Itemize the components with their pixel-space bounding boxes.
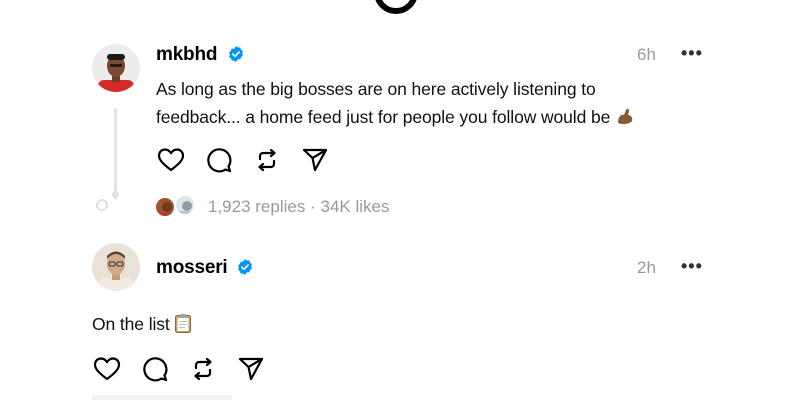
comment-icon	[207, 148, 232, 173]
more-icon[interactable]: •••	[681, 256, 703, 277]
repost-icon	[258, 148, 276, 172]
top-partial-logo	[374, 0, 418, 14]
post-stats: 1,923 replies · 34K likes	[208, 197, 389, 217]
clipboard-emoji	[175, 314, 192, 333]
like-button[interactable]	[92, 354, 122, 384]
avatar[interactable]	[92, 243, 140, 291]
share-icon	[302, 148, 328, 172]
repost-icon	[194, 357, 212, 381]
more-icon[interactable]: •••	[681, 43, 703, 64]
post-text-line-2-wrap: feedback... a home feed just for people …	[156, 102, 635, 132]
repost-button[interactable]	[252, 145, 282, 175]
thread-dot-small	[112, 191, 119, 198]
replier-avatar-2	[174, 194, 196, 216]
post-text-line-2: feedback... a home feed just for people …	[156, 107, 611, 127]
reply-button[interactable]	[204, 145, 234, 175]
share-icon	[238, 357, 264, 381]
post-text-wrap: On the list	[92, 309, 192, 339]
replies-count[interactable]: 1,923 replies	[208, 197, 305, 216]
share-button[interactable]	[300, 145, 330, 175]
stats-separator: ·	[310, 197, 316, 216]
post-text: On the list	[92, 314, 170, 334]
replier-avatar-1	[154, 196, 176, 218]
timestamp: 6h	[637, 45, 656, 64]
share-button[interactable]	[236, 354, 266, 384]
comment-icon	[143, 357, 168, 382]
thread-line	[114, 108, 117, 200]
username[interactable]: mkbhd	[156, 44, 217, 66]
likes-count[interactable]: 34K likes	[320, 197, 389, 216]
post-text-line-1: As long as the big bosses are on here ac…	[156, 79, 596, 99]
avatar[interactable]	[92, 44, 140, 92]
cut-off-stats-row	[92, 395, 232, 400]
verified-badge-icon	[229, 46, 243, 62]
username[interactable]: mosseri	[156, 257, 228, 279]
repost-button[interactable]	[188, 354, 218, 384]
like-button[interactable]	[156, 145, 186, 175]
verified-badge-icon	[238, 259, 252, 275]
flexed-biceps-emoji	[618, 108, 633, 125]
heart-icon	[157, 148, 185, 172]
reply-button[interactable]	[140, 354, 170, 384]
timestamp: 2h	[637, 258, 656, 277]
thread-dot-large	[96, 199, 108, 211]
heart-icon	[93, 357, 121, 381]
